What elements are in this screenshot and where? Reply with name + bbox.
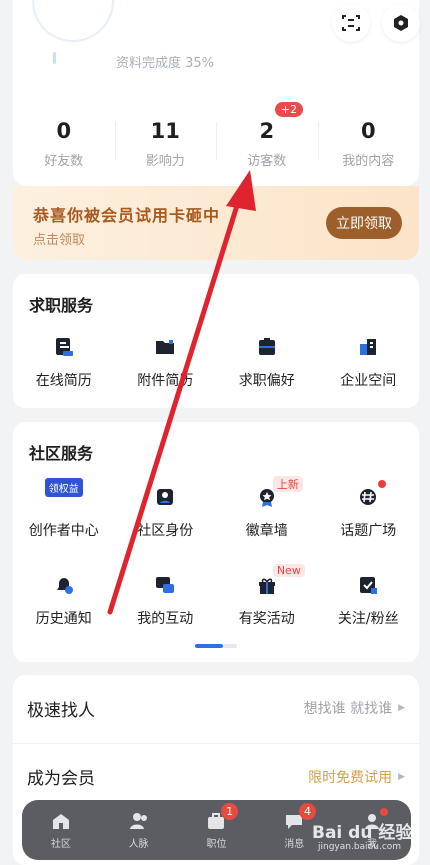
stat-label: 我的内容 bbox=[342, 154, 395, 169]
chevron-right-icon: ▶ bbox=[398, 703, 405, 713]
resume-icon bbox=[55, 338, 73, 356]
service-follow-fans[interactable]: 关注/粉丝 bbox=[318, 572, 420, 628]
service-topic-square[interactable]: 话题广场 bbox=[318, 480, 420, 540]
service-attachment-resume[interactable]: 附件简历 bbox=[115, 334, 217, 390]
hexagon-settings-icon bbox=[394, 15, 408, 31]
list-title: 极速找人 bbox=[27, 700, 95, 721]
service-label: 附件简历 bbox=[137, 373, 194, 389]
job-services-card: 求职服务 在线简历 附件简历 求职偏好 企业空间 bbox=[13, 274, 419, 408]
service-label: 企业空间 bbox=[340, 373, 397, 389]
avatar[interactable] bbox=[32, 0, 114, 42]
building-icon bbox=[360, 339, 377, 355]
chevron-right-icon: ▶ bbox=[398, 771, 405, 782]
service-job-preference[interactable]: 求职偏好 bbox=[216, 334, 318, 390]
service-creator-center[interactable]: 领权益 创作者中心 bbox=[13, 478, 115, 540]
section-title: 社区服务 bbox=[29, 444, 94, 463]
service-label: 在线简历 bbox=[35, 373, 92, 389]
tab-label: 职位 bbox=[206, 838, 227, 850]
service-label: 创作者中心 bbox=[28, 523, 99, 539]
service-my-interactions[interactable]: 我的互动 bbox=[115, 572, 217, 628]
settings-button[interactable] bbox=[382, 4, 420, 42]
notification-badge: 1 bbox=[221, 803, 239, 820]
notice-history-icon bbox=[56, 578, 73, 594]
topic-icon bbox=[360, 489, 377, 505]
tab-label: 人脉 bbox=[128, 838, 149, 850]
service-badge-wall[interactable]: 上新 徽章墙 bbox=[216, 476, 318, 540]
stat-value: 2 bbox=[259, 119, 275, 143]
service-community-identity[interactable]: 社区身份 bbox=[115, 484, 217, 540]
stat-visitors[interactable]: +2 2 访客数 bbox=[216, 102, 318, 169]
service-label: 关注/粉丝 bbox=[337, 611, 399, 627]
visitor-increase-badge: +2 bbox=[274, 102, 304, 117]
stat-label: 访客数 bbox=[247, 154, 287, 169]
vip-title: 恭喜你被会员试用卡砸中 bbox=[33, 206, 221, 225]
tab-community[interactable]: 社区 bbox=[22, 800, 100, 860]
stat-friends[interactable]: 0 好友数 bbox=[13, 118, 115, 169]
service-notice-history[interactable]: 历史通知 bbox=[13, 572, 115, 628]
service-label: 求职偏好 bbox=[238, 373, 295, 389]
identity-icon bbox=[157, 489, 174, 505]
job-services-grid: 在线简历 附件简历 求职偏好 企业空间 bbox=[13, 334, 419, 390]
stats-row: 0 好友数 11 影响力 +2 2 访客数 0 我的内容 bbox=[13, 102, 420, 169]
stat-value: 0 bbox=[56, 119, 72, 143]
rights-tag: 领权益 bbox=[44, 478, 83, 497]
unread-dot bbox=[378, 480, 387, 488]
service-label: 徽章墙 bbox=[245, 523, 288, 539]
list-title: 成为会员 bbox=[27, 769, 95, 789]
contacts-icon bbox=[129, 812, 147, 829]
stat-influence[interactable]: 11 影响力 bbox=[114, 118, 217, 169]
tab-label: 消息 bbox=[284, 838, 305, 850]
watermark-url: jingyan.baidu.com bbox=[318, 842, 402, 852]
page-indicator bbox=[195, 644, 237, 648]
service-company-space[interactable]: 企业空间 bbox=[318, 334, 420, 390]
vip-trial-banner[interactable]: 恭喜你被会员试用卡砸中 点击领取 立即领取 bbox=[13, 186, 419, 260]
service-reward-activity[interactable]: New 有奖活动 bbox=[216, 564, 318, 628]
list-aside: 限时免费试用 bbox=[308, 769, 393, 786]
service-label: 话题广场 bbox=[340, 523, 397, 539]
new-tag: New bbox=[272, 564, 305, 577]
stat-label: 好友数 bbox=[44, 154, 84, 169]
watermark: Bai du 经验 bbox=[312, 823, 413, 843]
tab-jobs[interactable]: 1 职位 bbox=[178, 800, 256, 860]
tab-label: 社区 bbox=[50, 838, 71, 850]
tab-contacts[interactable]: 人脉 bbox=[100, 800, 178, 860]
scan-icon bbox=[342, 15, 360, 31]
profile-completion[interactable]: 资料完成度 35% bbox=[116, 52, 214, 71]
stat-label: 影响力 bbox=[145, 154, 185, 169]
page-dot bbox=[223, 644, 237, 648]
claim-button[interactable]: 立即领取 bbox=[326, 207, 402, 239]
stat-value: 0 bbox=[360, 119, 376, 143]
stat-my-content[interactable]: 0 我的内容 bbox=[317, 118, 420, 169]
community-grid-row-1: 领权益 创作者中心 社区身份 上新 徽章墙 话题广场 bbox=[13, 476, 420, 540]
home-icon bbox=[52, 813, 69, 829]
service-label: 我的互动 bbox=[137, 611, 194, 627]
preference-icon bbox=[258, 338, 275, 355]
service-label: 有奖活动 bbox=[238, 611, 295, 627]
top-actions bbox=[332, 4, 420, 42]
community-grid-row-2: 历史通知 我的互动 New 有奖活动 关注/粉丝 bbox=[13, 564, 420, 628]
stat-value: 11 bbox=[150, 119, 180, 143]
page-dot-active bbox=[195, 644, 223, 648]
service-label: 历史通知 bbox=[35, 611, 92, 627]
community-services-card: 社区服务 领权益 创作者中心 社区身份 上新 徽章墙 话题广场 历史通知 我的互… bbox=[13, 422, 419, 662]
interaction-icon bbox=[156, 577, 175, 593]
new-tag: 上新 bbox=[272, 476, 303, 492]
follow-icon bbox=[360, 577, 378, 594]
scan-button[interactable] bbox=[332, 4, 370, 42]
service-label: 社区身份 bbox=[137, 523, 194, 539]
list-aside: 想找谁 就找谁 bbox=[303, 701, 393, 717]
section-title: 求职服务 bbox=[29, 296, 94, 315]
service-online-resume[interactable]: 在线简历 bbox=[13, 334, 115, 390]
unread-dot bbox=[379, 808, 388, 816]
gift-icon bbox=[258, 578, 275, 594]
list-item-find-people[interactable]: 极速找人 想找谁 就找谁 ▶ bbox=[13, 675, 419, 741]
folder-icon bbox=[156, 340, 175, 354]
vip-subtitle: 点击领取 bbox=[33, 233, 86, 248]
avatar-decoration bbox=[53, 52, 56, 64]
